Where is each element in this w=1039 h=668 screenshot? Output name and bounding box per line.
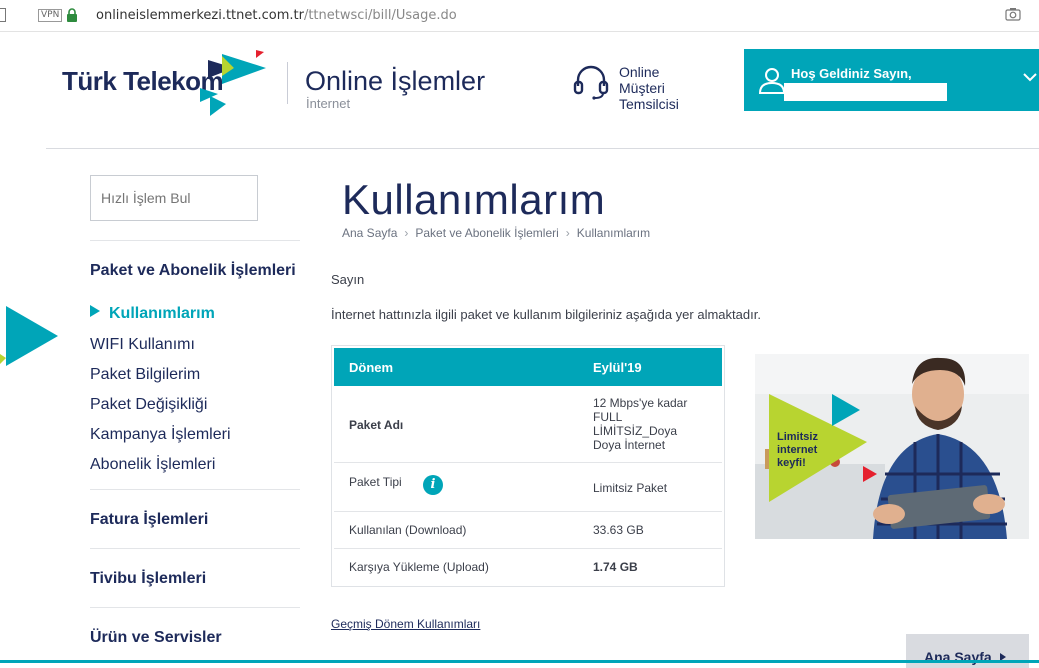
row-label: Paket Tipi xyxy=(349,475,402,489)
sidebar-divider xyxy=(90,240,300,241)
sidebar-section-products[interactable]: Ürün ve Servisler xyxy=(90,629,222,647)
table-row: Karşıya Yükleme (Upload) 1.74 GB xyxy=(334,549,722,586)
breadcrumb-home[interactable]: Ana Sayfa xyxy=(342,226,397,240)
user-icon xyxy=(758,68,786,94)
sidebar-item-wifi[interactable]: WIFI Kullanımı xyxy=(90,336,195,354)
breadcrumb-current: Kullanımlarım xyxy=(576,226,651,240)
breadcrumb-package[interactable]: Paket ve Abonelik İşlemleri xyxy=(415,226,558,240)
row-value: 1.74 GB xyxy=(593,560,638,574)
welcome-text: Hoş Geldiniz Sayın, xyxy=(791,66,912,81)
info-icon[interactable]: i xyxy=(423,475,443,495)
sidebar-section-package[interactable]: Paket ve Abonelik İşlemleri xyxy=(90,262,296,280)
usage-table: Dönem Eylül'19 Paket Adı 12 Mbps'ye kada… xyxy=(331,345,725,587)
play-arrow-icon xyxy=(90,305,100,317)
app-title: Online İşlemler xyxy=(305,66,486,96)
table-row: Paket Tipi i Limitsiz Paket xyxy=(334,463,722,512)
header-divider-line xyxy=(46,148,1039,149)
promo-banner[interactable]: Limitsiz internet keyfi! xyxy=(755,354,1029,539)
row-value: 33.63 GB xyxy=(593,523,644,537)
sidebar-divider xyxy=(90,489,300,490)
sidebar-item-package-change[interactable]: Paket Değişikliği xyxy=(90,396,207,414)
row-value: 12 Mbps'ye kadar FULL LİMİTSİZ_Doya Doya… xyxy=(593,396,688,452)
header-period: Dönem xyxy=(349,360,394,375)
quick-search-input[interactable] xyxy=(90,175,258,221)
intro-text: İnternet hattınızla ilgili paket ve kull… xyxy=(331,307,761,322)
table-row: Kullanılan (Download) 33.63 GB xyxy=(334,512,722,549)
greeting-text: Sayın xyxy=(331,272,365,287)
sidebar-section-tivibu[interactable]: Tivibu İşlemleri xyxy=(90,570,206,588)
sidebar-section-billing[interactable]: Fatura İşlemleri xyxy=(90,511,208,529)
sidebar-item-campaigns[interactable]: Kampanya İşlemleri xyxy=(90,426,231,444)
browser-address-bar: VPN onlineislemmerkezi.ttnet.com.tr/ttne… xyxy=(0,0,1039,32)
row-label: Kullanılan (Download) xyxy=(349,523,467,537)
header-divider xyxy=(287,62,288,104)
table-header: Dönem Eylül'19 xyxy=(334,348,722,386)
url-field[interactable]: onlineislemmerkezi.ttnet.com.tr/ttnetwsc… xyxy=(96,8,457,23)
sidebar-item-usage[interactable]: Kullanımlarım xyxy=(90,305,215,323)
app-subtitle: İnternet xyxy=(306,96,351,111)
camera-icon[interactable] xyxy=(1005,7,1021,21)
active-section-arrow-icon xyxy=(0,306,58,366)
lock-icon xyxy=(67,8,77,22)
promo-text: Limitsiz internet keyfi! xyxy=(777,431,818,469)
page-title: Kullanımlarım xyxy=(342,176,606,223)
table-row: Paket Adı 12 Mbps'ye kadar FULL LİMİTSİZ… xyxy=(334,386,722,463)
brand-logo-icon[interactable] xyxy=(190,46,270,118)
row-label: Paket Adı xyxy=(349,418,404,432)
past-usage-link[interactable]: Geçmiş Dönem Kullanımları xyxy=(331,617,480,631)
header-month: Eylül'19 xyxy=(593,360,642,375)
sidebar-item-package-info[interactable]: Paket Bilgilerim xyxy=(90,366,200,384)
vpn-badge[interactable]: VPN xyxy=(38,9,63,22)
sidebar-item-subscription[interactable]: Abonelik İşlemleri xyxy=(90,456,215,474)
breadcrumb: Ana Sayfa › Paket ve Abonelik İşlemleri › Ku… xyxy=(342,226,651,240)
row-label: Karşıya Yükleme (Upload) xyxy=(349,560,489,574)
user-welcome-panel[interactable]: Hoş Geldiniz Sayın, xyxy=(744,49,1039,111)
online-rep-link[interactable]: Online Müşteri Temsilcisi xyxy=(619,64,679,112)
headset-icon[interactable] xyxy=(573,64,609,100)
row-value: Limitsiz Paket xyxy=(593,481,668,495)
user-name-redacted xyxy=(784,83,947,101)
chevron-down-icon[interactable] xyxy=(1022,69,1038,85)
sidebar-divider xyxy=(90,548,300,549)
tab-edge xyxy=(0,8,6,22)
sidebar-divider xyxy=(90,607,300,608)
